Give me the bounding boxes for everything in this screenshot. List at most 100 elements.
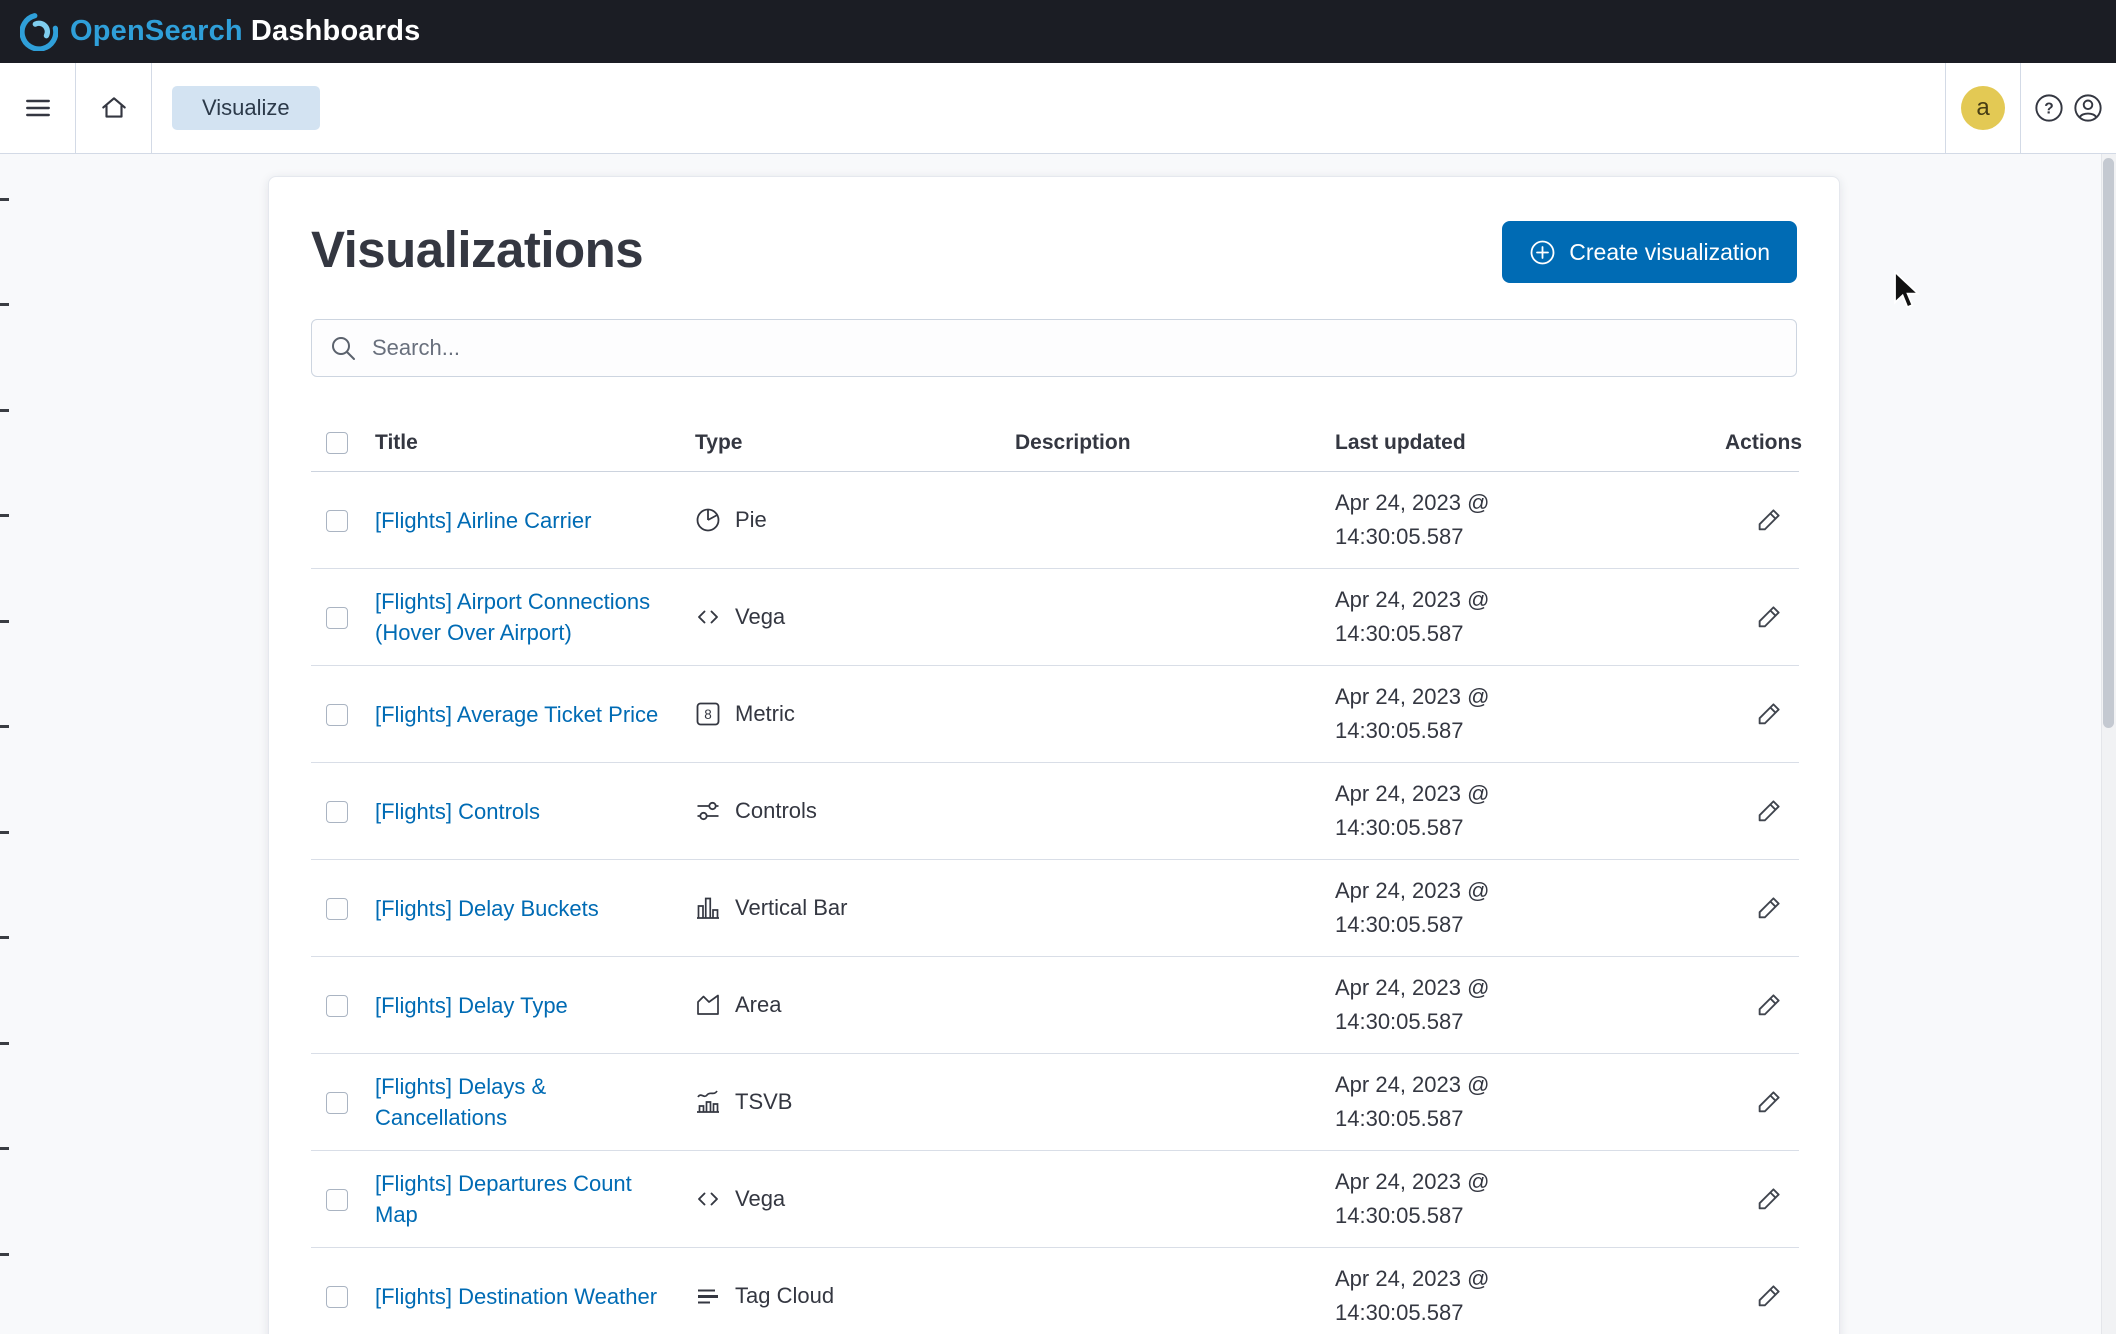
- visualization-title-link[interactable]: [Flights] Delays & Cancellations: [375, 1071, 671, 1133]
- row-checkbox[interactable]: [326, 801, 348, 824]
- visualization-title-link[interactable]: [Flights] Destination Weather: [375, 1281, 657, 1312]
- pencil-icon: [1756, 1088, 1783, 1115]
- description-cell: [1003, 859, 1323, 957]
- last-updated: Apr 24, 2023 @ 14:30:05.587: [1335, 684, 1490, 743]
- menu-icon: [25, 99, 50, 117]
- visualizations-panel: Visualizations Create visualization Titl…: [268, 176, 1840, 1334]
- visualizations-table: Title Type Description Last updated Acti…: [311, 419, 1802, 1334]
- create-visualization-label: Create visualization: [1569, 238, 1770, 265]
- type-label: Pie: [735, 507, 767, 532]
- column-header-title[interactable]: Title: [363, 419, 683, 472]
- edge-tick: [0, 831, 9, 834]
- breadcrumb-visualize[interactable]: Visualize: [172, 86, 320, 130]
- area-chart-icon: [695, 992, 721, 1018]
- plus-circle-icon: [1530, 240, 1555, 264]
- last-updated: Apr 24, 2023 @ 14:30:05.587: [1335, 1169, 1490, 1228]
- visualizations-table-body: [Flights] Airline Carrier Pie Apr 24, 2023…: [311, 471, 1799, 1334]
- visualization-title-link[interactable]: [Flights] Departures Count Map: [375, 1168, 671, 1230]
- home-icon: [101, 97, 126, 118]
- edge-tick: [0, 303, 9, 306]
- home-button[interactable]: [76, 63, 152, 153]
- svg-text:8: 8: [704, 707, 712, 722]
- page-title: Visualizations: [311, 221, 644, 278]
- search-bar: [311, 319, 1797, 377]
- type-label: Metric: [735, 701, 795, 726]
- last-updated: Apr 24, 2023 @ 14:30:05.587: [1335, 587, 1490, 646]
- help-button[interactable]: ?: [2034, 93, 2064, 123]
- edit-button[interactable]: [1752, 696, 1787, 731]
- row-checkbox[interactable]: [326, 607, 348, 630]
- table-row: [Flights] Delay Type Area Apr 24, 2023 @ 1…: [311, 956, 1799, 1054]
- edge-tick: [0, 620, 9, 623]
- last-updated: Apr 24, 2023 @ 14:30:05.587: [1335, 490, 1490, 549]
- row-checkbox[interactable]: [326, 1092, 348, 1115]
- row-checkbox[interactable]: [326, 704, 348, 727]
- edge-tick: [0, 198, 9, 201]
- type-label: Controls: [735, 798, 817, 823]
- edit-button[interactable]: [1752, 1278, 1787, 1313]
- table-row: [Flights] Controls Controls Apr 24, 2023 @…: [311, 762, 1799, 860]
- edit-button[interactable]: [1752, 1084, 1787, 1119]
- help-icon: ?: [2035, 94, 2063, 122]
- row-checkbox[interactable]: [326, 1189, 348, 1212]
- type-label: Vertical Bar: [735, 895, 848, 920]
- visualization-title-link[interactable]: [Flights] Airline Carrier: [375, 505, 591, 536]
- create-visualization-button[interactable]: Create visualization: [1502, 221, 1797, 283]
- search-input[interactable]: [372, 335, 1779, 361]
- tsvb-icon: [695, 1089, 721, 1115]
- row-checkbox[interactable]: [326, 898, 348, 921]
- description-cell: [1003, 1150, 1323, 1248]
- column-header-description[interactable]: Description: [1003, 419, 1323, 472]
- description-cell: [1003, 665, 1323, 763]
- controls-icon: [695, 798, 721, 824]
- edit-button[interactable]: [1752, 890, 1787, 925]
- select-all-checkbox[interactable]: [326, 432, 348, 455]
- page-scrollbar-thumb[interactable]: [2103, 158, 2114, 728]
- edit-button[interactable]: [1752, 987, 1787, 1022]
- visualization-title-link[interactable]: [Flights] Airport Connections (Hover Ove…: [375, 586, 671, 648]
- column-header-last-updated[interactable]: Last updated: [1323, 419, 1713, 472]
- last-updated: Apr 24, 2023 @ 14:30:05.587: [1335, 1072, 1490, 1131]
- table-row: [Flights] Destination Weather Tag Cloud Ap…: [311, 1247, 1799, 1334]
- pie-chart-icon: [695, 507, 721, 533]
- column-header-type[interactable]: Type: [683, 419, 1003, 472]
- row-checkbox[interactable]: [326, 995, 348, 1018]
- brand-product: Dashboards: [250, 15, 421, 47]
- row-checkbox[interactable]: [326, 1286, 348, 1309]
- edge-tick: [0, 936, 9, 939]
- visualization-title-link[interactable]: [Flights] Delay Buckets: [375, 893, 599, 924]
- brand-name: OpenSearch: [70, 15, 243, 47]
- main-content: Visualizations Create visualization Titl…: [0, 154, 2116, 1334]
- type-label: Area: [735, 992, 782, 1017]
- opensearch-logo[interactable]: OpenSearch Dashboards: [20, 12, 420, 51]
- visualization-title-link[interactable]: [Flights] Average Ticket Price: [375, 699, 658, 730]
- table-row: [Flights] Delays & Cancellations TSVB Apr …: [311, 1053, 1799, 1151]
- edit-button[interactable]: [1752, 502, 1787, 537]
- tag-cloud-icon: [695, 1283, 721, 1309]
- type-label: Tag Cloud: [735, 1283, 835, 1308]
- table-header-row: Title Type Description Last updated Acti…: [311, 419, 1802, 472]
- edit-button[interactable]: [1752, 793, 1787, 828]
- edge-tick: [0, 1147, 9, 1150]
- edge-tick: [0, 409, 9, 412]
- type-label: Vega: [735, 604, 786, 629]
- global-header: OpenSearch Dashboards: [0, 0, 2116, 63]
- pencil-icon: [1756, 991, 1783, 1018]
- table-row: [Flights] Airline Carrier Pie Apr 24, 2023…: [311, 471, 1799, 569]
- page-scrollbar-track[interactable]: [2101, 154, 2116, 1334]
- brand-text: OpenSearch Dashboards: [70, 15, 420, 48]
- last-updated: Apr 24, 2023 @ 14:30:05.587: [1335, 975, 1490, 1034]
- edit-button[interactable]: [1752, 1181, 1787, 1216]
- visualization-title-link[interactable]: [Flights] Controls: [375, 796, 540, 827]
- pencil-icon: [1756, 700, 1783, 727]
- table-row: [Flights] Airport Connections (Hover Ove…: [311, 568, 1799, 666]
- pencil-icon: [1756, 1282, 1783, 1309]
- menu-button[interactable]: [0, 63, 76, 153]
- description-cell: [1003, 1247, 1323, 1334]
- edit-button[interactable]: [1752, 599, 1787, 634]
- account-button[interactable]: [2073, 93, 2103, 123]
- opensearch-swirl-icon: [20, 12, 58, 51]
- row-checkbox[interactable]: [326, 510, 348, 533]
- user-avatar[interactable]: a: [1961, 86, 2005, 130]
- visualization-title-link[interactable]: [Flights] Delay Type: [375, 990, 568, 1021]
